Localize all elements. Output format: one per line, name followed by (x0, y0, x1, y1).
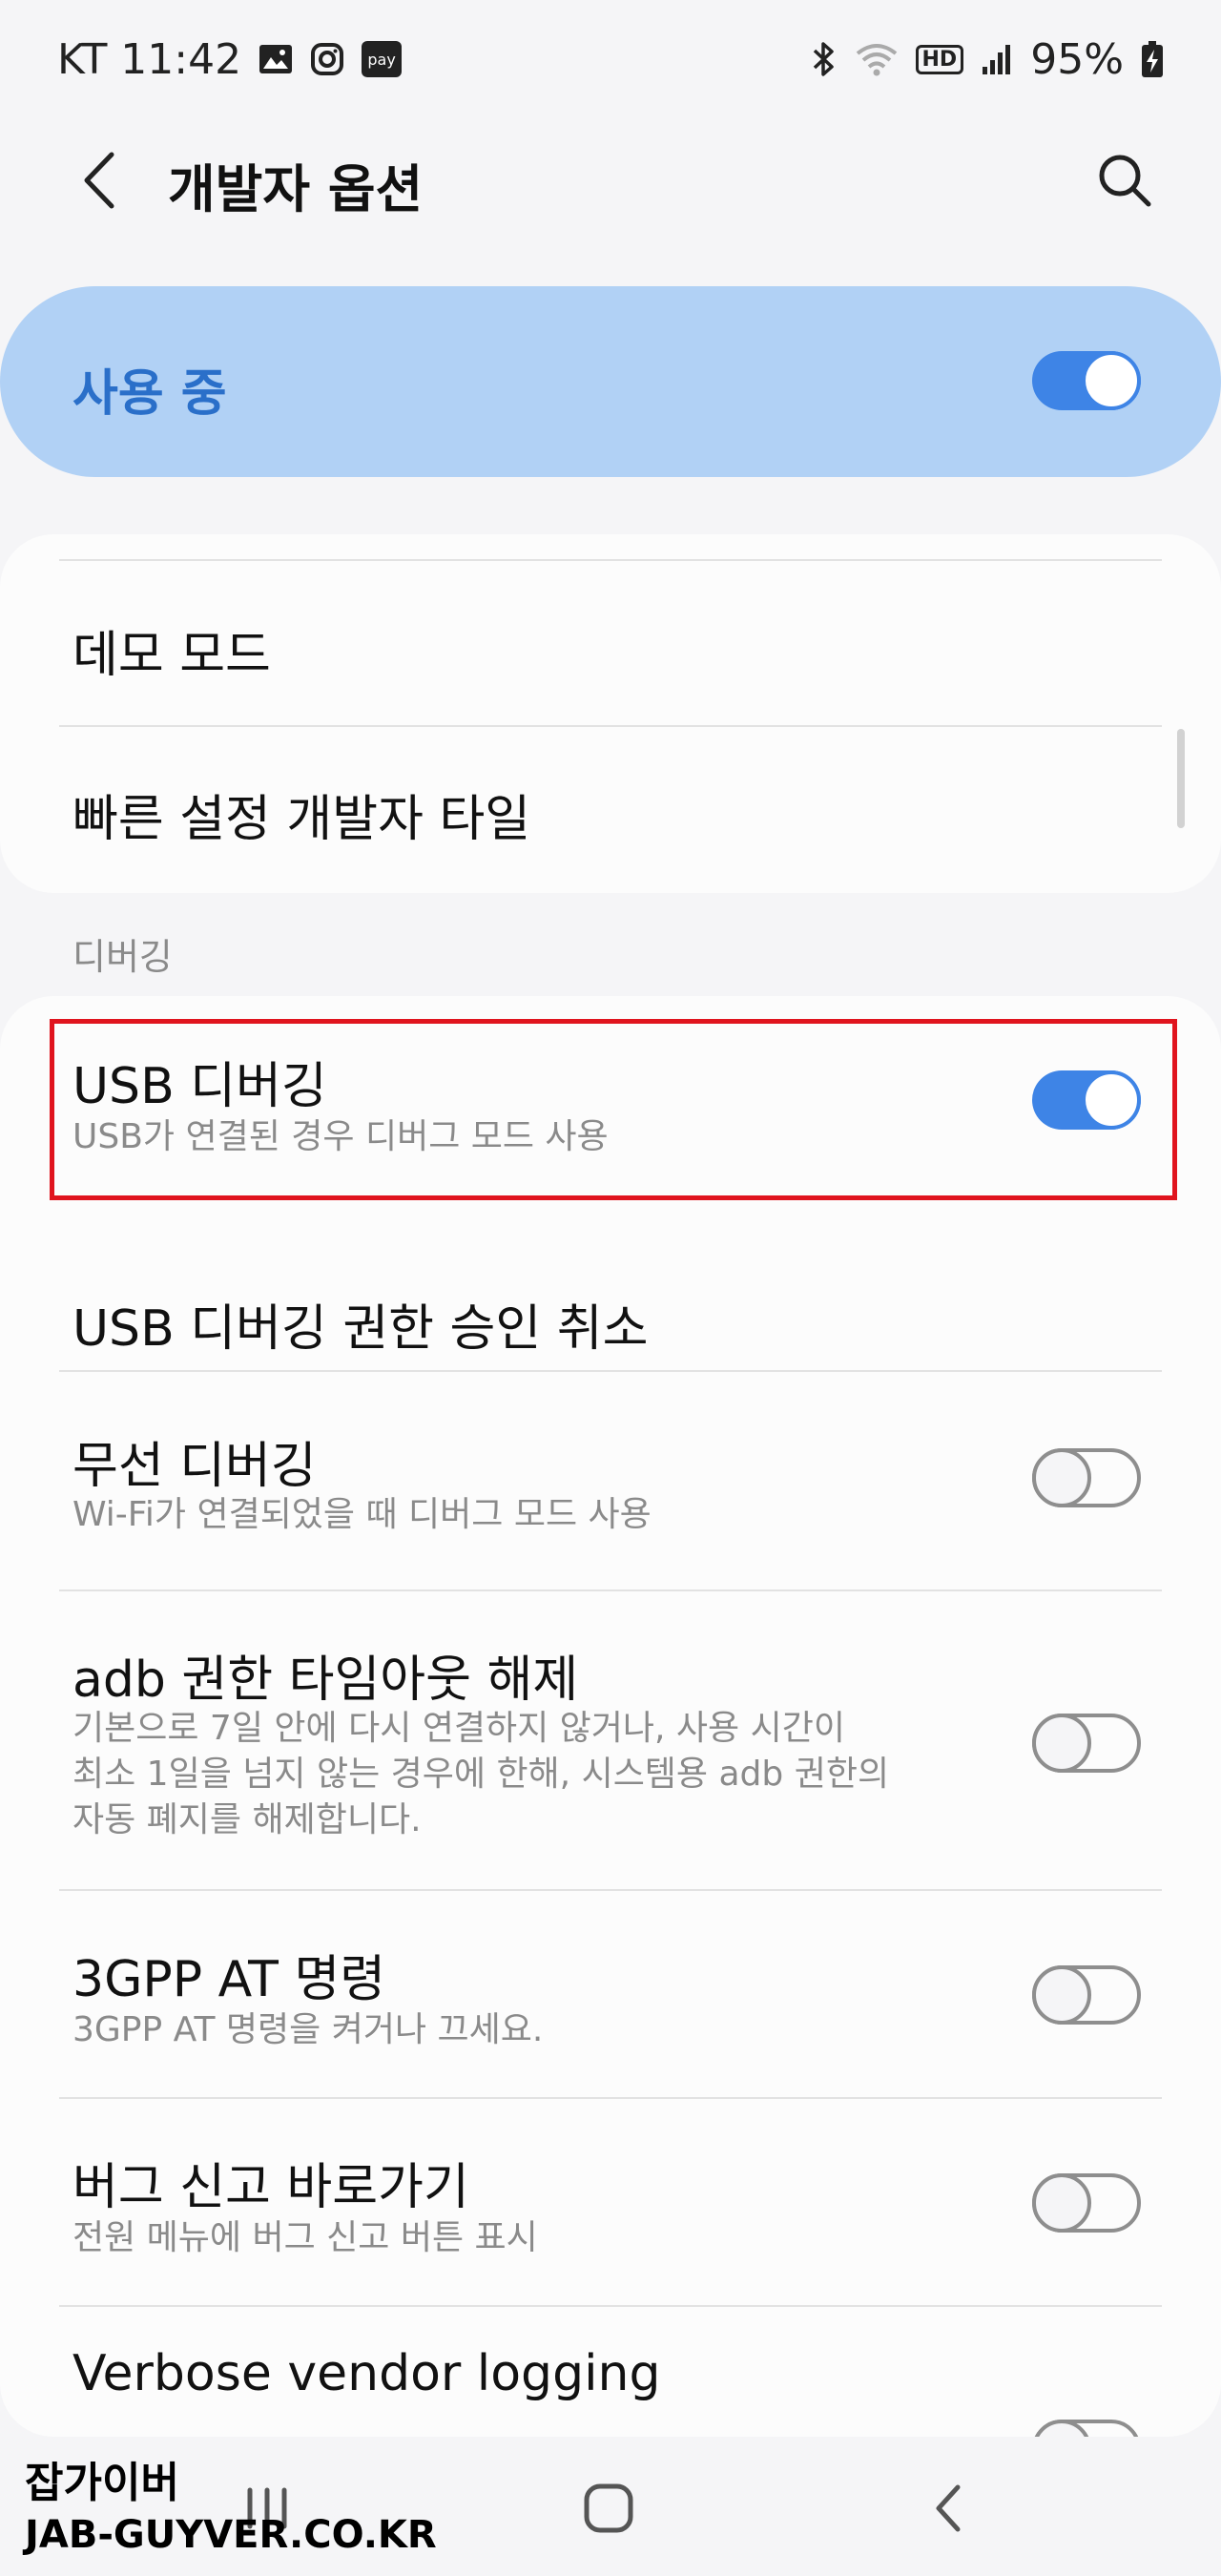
hd-label: HD (921, 47, 958, 72)
battery-charging-icon (1141, 40, 1164, 78)
pay-icon: pay (362, 41, 403, 77)
list-item-subtitle-line: 최소 1일을 넘지 않는 경우에 한해, 시스템용 adb 권한의 (72, 1755, 890, 1794)
master-toggle[interactable] (1032, 351, 1141, 410)
battery-percent: 95% (1030, 34, 1124, 84)
instagram-icon (310, 42, 344, 76)
list-item-subtitle: Wi-Fi가 연결되었을 때 디버그 모드 사용 (72, 1495, 652, 1534)
watermark-line-2: JAB-GUYVER.CO.KR (25, 2513, 437, 2557)
list-item-title: 빠른 설정 개발자 타일 (72, 791, 531, 848)
toggle-knob (1032, 2173, 1091, 2233)
3gpp-at-toggle[interactable] (1032, 1965, 1141, 2025)
divider (59, 559, 1162, 561)
back-nav-button[interactable] (910, 2475, 986, 2542)
list-item-wireless-debugging[interactable]: 무선 디버깅 Wi-Fi가 연결되었을 때 디버그 모드 사용 (0, 1372, 1221, 1589)
pay-label: pay (367, 50, 396, 69)
hd-icon: HD (915, 44, 964, 74)
adb-auth-timeout-toggle[interactable] (1032, 1714, 1141, 1773)
search-icon (1099, 155, 1151, 207)
scrollbar[interactable] (1177, 729, 1185, 828)
list-item-verbose-vendor-logging[interactable]: Verbose vendor logging (0, 2307, 1221, 2437)
toggle-knob (1082, 351, 1141, 410)
list-item-3gpp-at[interactable]: 3GPP AT 명령 3GPP AT 명령을 켜거나 끄세요. (0, 1891, 1221, 2097)
list-item-title: adb 권한 타임아웃 해제 (72, 1652, 579, 1709)
list-item-bug-report-shortcut[interactable]: 버그 신고 바로가기 전원 메뉴에 버그 신고 버튼 표시 (0, 2099, 1221, 2305)
back-arrow-icon (84, 152, 114, 209)
wifi-icon (855, 42, 899, 76)
highlight-box (50, 1019, 1177, 1200)
list-item-subtitle-line: 자동 폐지를 해제합니다. (72, 1800, 422, 1839)
list-item-title: 무선 디버깅 (72, 1438, 317, 1495)
watermark-line-1: 잡가이버 (25, 2459, 179, 2507)
settings-card-debugging: USB 디버깅 USB가 연결된 경우 디버그 모드 사용 USB 디버깅 권한… (0, 996, 1221, 2437)
list-item-subtitle: 3GPP AT 명령을 켜거나 끄세요. (72, 2010, 544, 2049)
back-nav-icon (936, 2484, 961, 2532)
list-item-adb-auth-timeout[interactable]: adb 권한 타임아웃 해제 기본으로 7일 안에 다시 연결하지 않거나, 사… (0, 1591, 1221, 1887)
gallery-icon (259, 44, 293, 74)
status-right: HD 95% (809, 35, 1164, 84)
toggle-knob (1032, 1714, 1091, 1773)
home-button[interactable] (570, 2475, 647, 2542)
list-item-title: Verbose vendor logging (72, 2345, 661, 2402)
list-item-title: 버그 신고 바로가기 (72, 2159, 469, 2216)
wireless-debugging-toggle[interactable] (1032, 1448, 1141, 1507)
search-button[interactable] (1093, 149, 1156, 212)
status-left: KT 11:42 pay (57, 34, 403, 84)
master-switch-label: 사용 중 (72, 365, 227, 423)
settings-card-top: 데모 모드 빠른 설정 개발자 타일 (0, 534, 1221, 893)
master-switch-bar[interactable]: 사용 중 (0, 286, 1221, 477)
back-button[interactable] (67, 149, 130, 212)
toggle-knob (1032, 1448, 1091, 1507)
app-bar: 개발자 옵션 (0, 118, 1221, 242)
toggle-knob (1032, 2420, 1091, 2437)
list-item-demo-mode[interactable]: 데모 모드 (0, 563, 1221, 725)
section-header-debugging: 디버깅 (72, 936, 173, 978)
home-icon (584, 2483, 633, 2533)
list-item-subtitle-line: 기본으로 7일 안에 다시 연결하지 않거나, 사용 시간이 (72, 1709, 845, 1748)
list-item-title: 3GPP AT 명령 (72, 1951, 386, 2008)
list-item-title: USB 디버깅 권한 승인 취소 (72, 1300, 649, 1358)
list-item-subtitle: 전원 메뉴에 버그 신고 버튼 표시 (72, 2218, 538, 2257)
signal-icon (981, 42, 1013, 76)
page-title: 개발자 옵션 (168, 159, 424, 219)
bug-report-shortcut-toggle[interactable] (1032, 2173, 1141, 2233)
status-bar: KT 11:42 pay HD 95% (0, 0, 1221, 118)
list-item-quick-settings-tiles[interactable]: 빠른 설정 개발자 타일 (0, 727, 1221, 893)
carrier-time: KT 11:42 (57, 34, 242, 84)
bluetooth-icon (809, 40, 838, 78)
list-item-title: 데모 모드 (72, 627, 271, 684)
toggle-knob (1032, 1965, 1091, 2025)
verbose-vendor-logging-toggle[interactable] (1032, 2420, 1141, 2437)
watermark: 잡가이버 JAB-GUYVER.CO.KR (25, 2448, 437, 2557)
